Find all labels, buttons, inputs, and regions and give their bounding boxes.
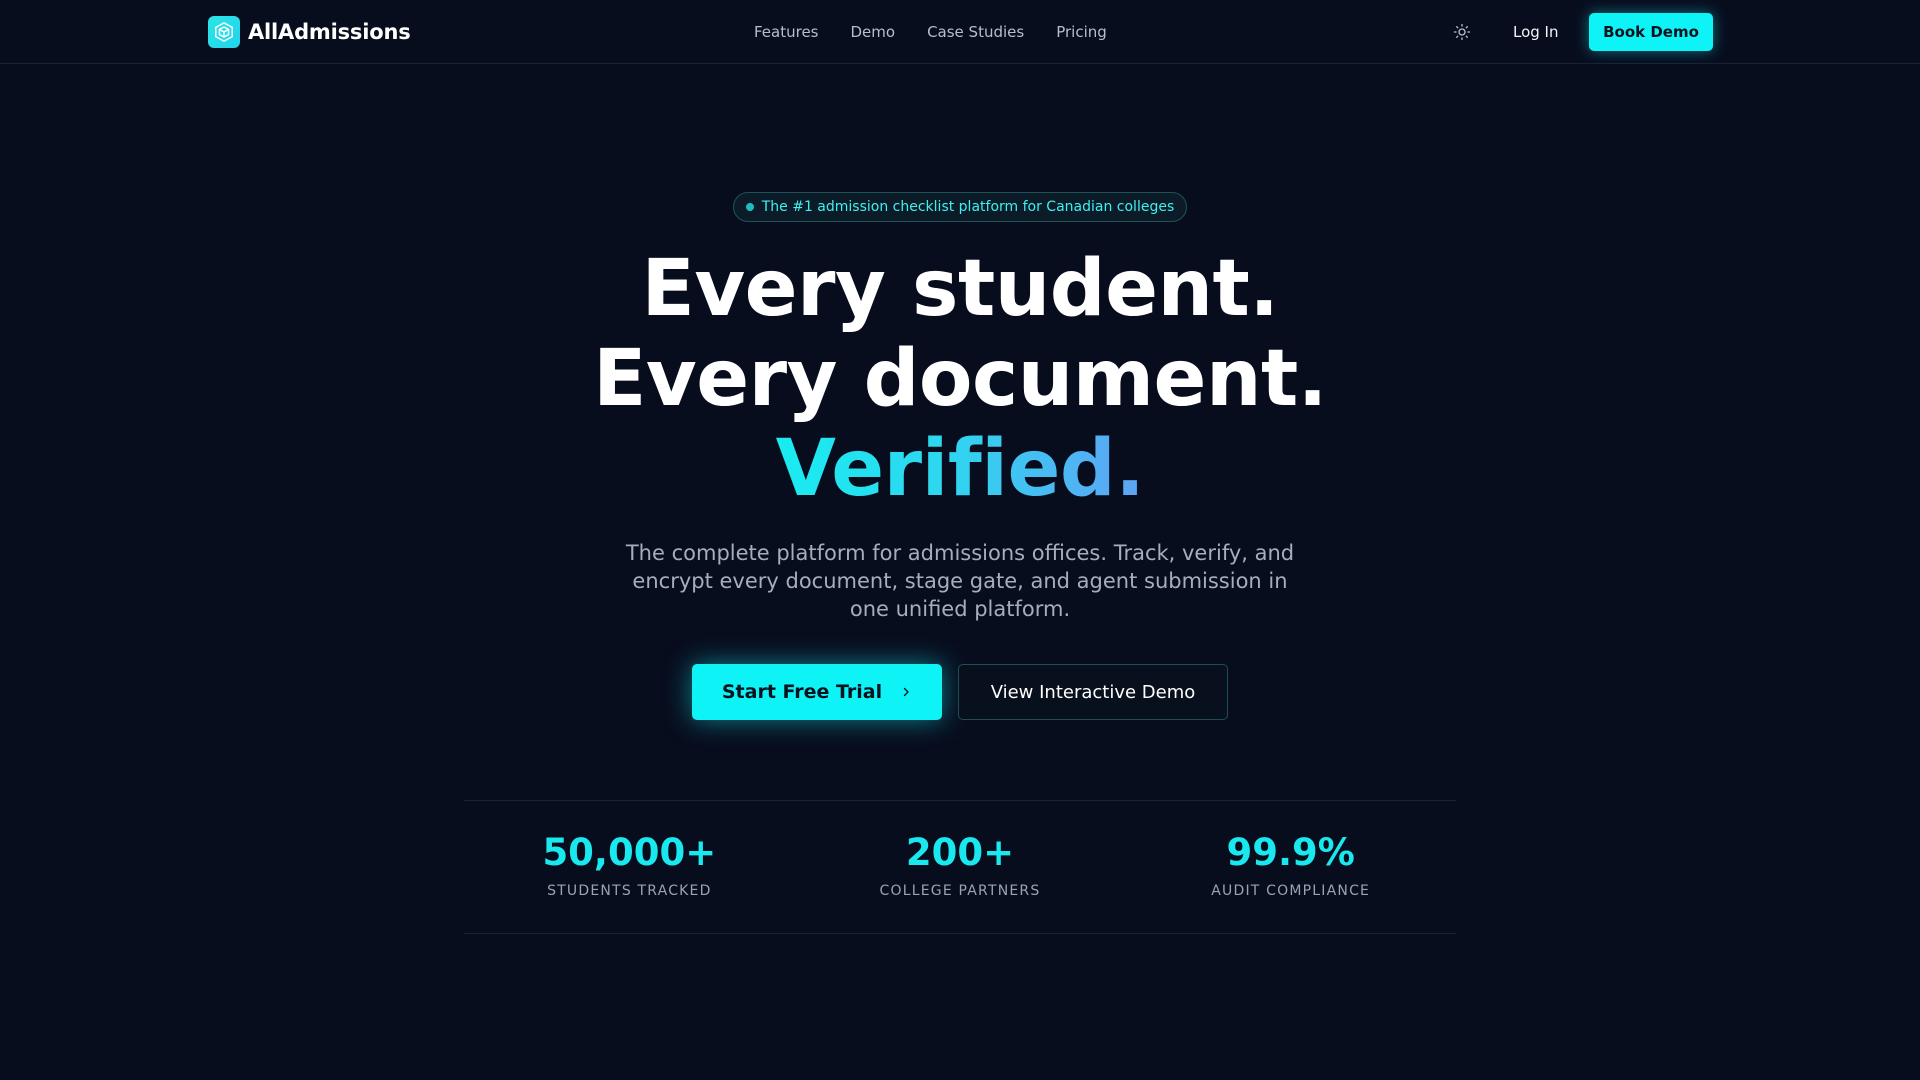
hero-subtitle: The complete platform for admissions off… [625, 541, 1295, 621]
stat-value: 200+ [905, 831, 1015, 874]
sun-icon [1453, 23, 1471, 41]
headline-line-1: Every student. [641, 244, 1279, 334]
login-link[interactable]: Log In [1513, 21, 1559, 43]
view-interactive-demo-button[interactable]: View Interactive Demo [958, 664, 1228, 720]
badge-dot-icon [745, 203, 754, 211]
headline-accent: Verified. [775, 424, 1145, 514]
stat-label: AUDIT COMPLIANCE [1211, 883, 1371, 899]
headline-line-2: Every document. [593, 334, 1327, 424]
stat-value: 99.9% [1226, 831, 1355, 874]
hexagon-logo-icon [208, 16, 240, 48]
stat-label: COLLEGE PARTNERS [879, 883, 1041, 899]
stats-bar: 50,000+ STUDENTS TRACKED 200+ COLLEGE PA… [464, 800, 1456, 934]
nav-links: Features Demo Case Studies Pricing [754, 21, 1139, 43]
book-demo-button[interactable]: Book Demo [1589, 13, 1713, 51]
brand[interactable]: AllAdmissions [208, 16, 411, 48]
nav-link-pricing[interactable]: Pricing [1056, 21, 1107, 43]
nav-link-case-studies[interactable]: Case Studies [927, 21, 1024, 43]
stat-label: STUDENTS TRACKED [547, 883, 712, 899]
top-navbar: AllAdmissions Features Demo Case Studies… [0, 0, 1920, 64]
stat-value: 50,000+ [542, 831, 717, 874]
badge-text: The #1 admission checklist platform for … [761, 199, 1175, 215]
stat-item: 50,000+ STUDENTS TRACKED [464, 801, 795, 933]
theme-toggle-button[interactable] [1450, 20, 1474, 44]
stat-item: 99.9% AUDIT COMPLIANCE [1125, 801, 1456, 933]
brand-name: AllAdmissions [248, 20, 411, 44]
nav-link-features[interactable]: Features [754, 21, 819, 43]
hero-headline: Every student. Every document. Verified. [0, 244, 1920, 514]
nav-link-demo[interactable]: Demo [851, 21, 896, 43]
stat-item: 200+ COLLEGE PARTNERS [795, 801, 1126, 933]
chevron-right-icon [900, 683, 912, 702]
start-free-trial-label: Start Free Trial [721, 681, 883, 703]
start-free-trial-button[interactable]: Start Free Trial [692, 664, 942, 720]
announcement-badge: The #1 admission checklist platform for … [733, 192, 1187, 222]
